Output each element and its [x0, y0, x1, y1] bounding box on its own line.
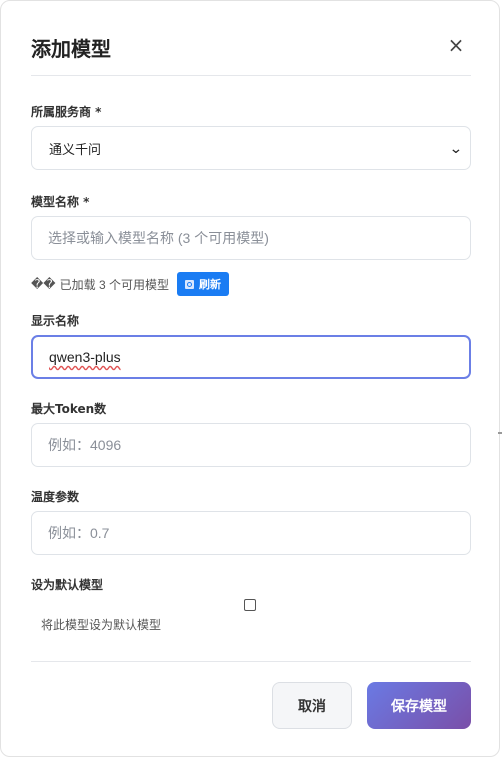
dialog-title: 添加模型 — [31, 37, 111, 61]
temperature-field[interactable] — [31, 511, 471, 555]
max-tokens-field[interactable] — [31, 423, 471, 467]
refresh-icon — [184, 279, 194, 289]
add-model-dialog: 添加模型 × 所属服务商 * 通义千问 ⌄ 模型名称 * �� 已加载 3 个可… — [0, 0, 500, 757]
default-model-checkbox[interactable] — [244, 599, 256, 611]
cancel-button[interactable]: 取消 — [272, 682, 352, 729]
provider-label: 所属服务商 * — [31, 105, 102, 119]
hint-text: 已加载 3 个可用模型 — [59, 277, 169, 292]
close-icon[interactable]: × — [447, 34, 465, 56]
refresh-label: 刷新 — [198, 279, 221, 291]
model-hint: �� 已加载 3 个可用模型 刷新 — [31, 272, 229, 296]
max-tokens-label: 最大Token数 — [31, 402, 107, 416]
footer-divider — [31, 661, 471, 662]
temperature-label: 温度参数 — [31, 490, 80, 504]
refresh-button[interactable]: 刷新 — [176, 272, 229, 296]
display-name-label: 显示名称 — [31, 314, 80, 328]
model-name-field[interactable] — [31, 216, 471, 260]
provider-select[interactable]: 通义千问 ⌄ — [31, 126, 471, 170]
default-model-description: 将此模型设为默认模型 — [41, 618, 162, 632]
header-divider — [31, 75, 471, 76]
hint-icon: �� — [31, 277, 56, 291]
provider-selected-value: 通义千问 — [49, 141, 102, 157]
scroll-edge-mark — [498, 432, 502, 434]
chevron-down-icon: ⌄ — [449, 139, 464, 156]
save-model-button[interactable]: 保存模型 — [367, 682, 471, 729]
display-name-input[interactable]: qwen3-plus — [49, 349, 121, 365]
temperature-input[interactable] — [46, 524, 456, 542]
model-name-label: 模型名称 * — [31, 195, 90, 209]
max-tokens-input[interactable] — [46, 436, 456, 454]
model-name-input[interactable] — [46, 229, 456, 247]
display-name-field[interactable]: qwen3-plus — [31, 335, 471, 379]
default-model-label: 设为默认模型 — [31, 578, 104, 592]
